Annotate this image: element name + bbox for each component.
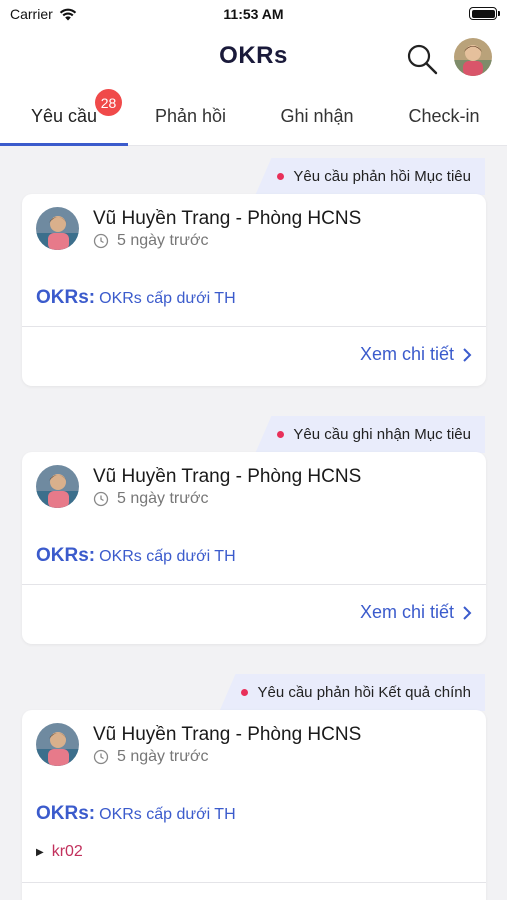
notification-badge: 28 <box>95 89 122 116</box>
request-card[interactable]: Vũ Huyền Trang - Phòng HCNS 5 ngày trước… <box>22 194 486 386</box>
divider <box>22 584 486 585</box>
okr-link[interactable]: OKRs cấp dưới TH <box>99 806 236 823</box>
unread-dot <box>277 431 285 438</box>
divider <box>22 326 486 327</box>
request-time: 5 ngày trước <box>93 232 208 250</box>
requester-name: Vũ Huyền Trang - Phòng HCNS <box>93 466 362 487</box>
status-bar: Carrier 11:53 AM <box>0 0 507 30</box>
unread-dot <box>241 689 249 696</box>
tab-label: Yêu cầu <box>30 105 98 126</box>
requester-avatar <box>36 723 79 766</box>
okr-label: OKRs: <box>36 287 96 308</box>
okr-line: OKRs: OKRs cấp dưới TH <box>36 287 236 309</box>
tab-check-in[interactable]: Check-in <box>381 86 507 146</box>
request-time: 5 ngày trước <box>93 490 208 508</box>
tab-bar: Yêu cầu Phản hồi Ghi nhận Check-in <box>0 86 507 146</box>
tab-phan-hoi[interactable]: Phản hồi <box>128 86 253 146</box>
okr-line: OKRs: OKRs cấp dưới TH <box>36 545 236 567</box>
view-detail-link[interactable]: Xem chi tiết <box>360 344 472 365</box>
clock-icon <box>93 233 109 249</box>
expand-triangle-icon: ▶ <box>36 846 44 858</box>
requester-name: Vũ Huyền Trang - Phòng HCNS <box>93 724 362 745</box>
search-icon[interactable] <box>405 42 439 76</box>
request-type-label: Yêu cầu phản hồi Kết quả chính <box>257 684 471 701</box>
requester-avatar <box>36 207 79 250</box>
unread-dot <box>277 173 285 180</box>
view-detail-link[interactable]: Xem chi tiết <box>360 602 472 623</box>
okr-link[interactable]: OKRs cấp dưới TH <box>99 290 236 307</box>
requester-avatar <box>36 465 79 508</box>
request-card[interactable]: Vũ Huyền Trang - Phòng HCNS 5 ngày trước… <box>22 452 486 644</box>
key-result-label: kr02 <box>51 843 83 860</box>
request-type-tag: Yêu cầu phản hồi Mục tiêu <box>255 158 485 195</box>
request-time-text: 5 ngày trước <box>117 748 209 765</box>
view-detail-label: Xem chi tiết <box>359 344 454 364</box>
user-avatar[interactable] <box>454 38 492 76</box>
request-time-text: 5 ngày trước <box>117 232 209 249</box>
clock-icon <box>93 749 109 765</box>
key-result-row[interactable]: ▶ kr02 <box>36 843 83 861</box>
tab-label: Ghi nhận <box>280 105 354 126</box>
nav-bar: OKRs <box>0 30 507 86</box>
request-time-text: 5 ngày trước <box>117 490 209 507</box>
request-type-tag: Yêu cầu ghi nhận Mục tiêu <box>255 416 485 453</box>
tab-label: Phản hồi <box>154 105 227 126</box>
view-detail-label: Xem chi tiết <box>359 602 454 622</box>
battery-icon <box>469 7 500 20</box>
okr-line: OKRs: OKRs cấp dưới TH <box>36 803 236 825</box>
tab-label: Check-in <box>408 105 480 126</box>
okr-label: OKRs: <box>36 803 96 824</box>
request-card[interactable]: Vũ Huyền Trang - Phòng HCNS 5 ngày trước… <box>22 710 486 900</box>
okr-link[interactable]: OKRs cấp dưới TH <box>99 548 236 565</box>
requester-name: Vũ Huyền Trang - Phòng HCNS <box>93 208 362 229</box>
tab-ghi-nhan[interactable]: Ghi nhận <box>253 86 381 146</box>
clock-icon <box>93 491 109 507</box>
request-time: 5 ngày trước <box>93 748 208 766</box>
request-type-label: Yêu cầu phản hồi Mục tiêu <box>293 168 471 185</box>
clock: 11:53 AM <box>223 6 284 22</box>
chevron-right-icon <box>463 605 472 620</box>
okr-label: OKRs: <box>36 545 96 566</box>
chevron-right-icon <box>463 347 472 362</box>
request-type-label: Yêu cầu ghi nhận Mục tiêu <box>293 426 471 443</box>
divider <box>22 882 486 883</box>
active-tab-indicator <box>0 143 128 146</box>
request-type-tag: Yêu cầu phản hồi Kết quả chính <box>219 674 485 711</box>
